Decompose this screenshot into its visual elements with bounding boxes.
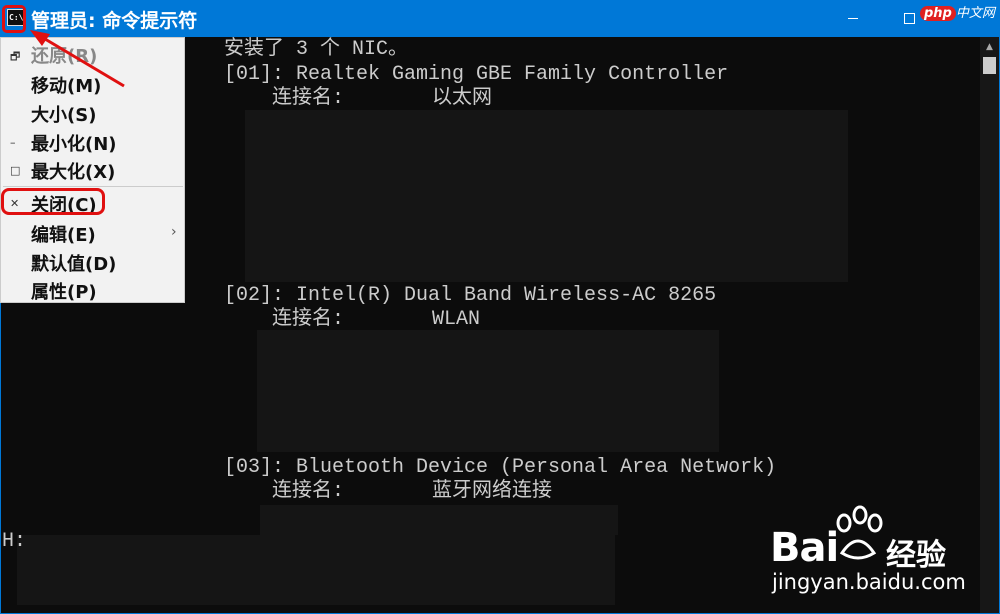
- scroll-thumb[interactable]: [983, 57, 996, 74]
- php-badge: php: [920, 6, 956, 21]
- menu-item-edit[interactable]: 编辑(E) ›: [1, 219, 184, 248]
- title-bar[interactable]: C:\ 管理员: 命令提示符 php 中文网: [0, 0, 1000, 37]
- annotation-arrow-icon: [30, 30, 125, 88]
- maximize-icon: □: [10, 164, 21, 177]
- baidu-brand-suffix: 经验: [886, 538, 946, 573]
- php-watermark-text: 中文网: [955, 6, 995, 21]
- menu-item-label: 最大化(X): [31, 162, 116, 183]
- menu-item-label: 大小(S): [31, 105, 97, 126]
- console-line-nic2: [02]: Intel(R) Dual Band Wireless-AC 826…: [224, 284, 717, 307]
- minimize-button[interactable]: [830, 0, 876, 37]
- menu-item-maximize[interactable]: □ 最大化(X): [1, 156, 184, 185]
- baidu-jingyan-watermark: Bai 经验 jingyan.baidu.com: [762, 505, 992, 605]
- console-line-nic1: [01]: Realtek Gaming GBE Family Controll…: [224, 63, 729, 86]
- console-prompt[interactable]: H:: [2, 530, 26, 554]
- console-nic2-conn-label: 连接名:: [272, 308, 345, 331]
- minimize-icon: –: [10, 136, 16, 149]
- redacted-region: [17, 535, 615, 605]
- menu-item-label: 编辑(E): [31, 225, 96, 246]
- menu-item-defaults[interactable]: 默认值(D): [1, 248, 184, 277]
- menu-item-label: 默认值(D): [31, 254, 117, 275]
- minimize-icon: [848, 17, 858, 19]
- menu-item-properties[interactable]: 属性(P): [1, 276, 184, 305]
- scroll-up-arrow-icon[interactable]: ▲: [980, 41, 999, 53]
- console-line-nic-count: 安装了 3 个 NIC。: [224, 38, 409, 61]
- menu-item-label: 最小化(N): [31, 134, 117, 155]
- console-nic1-conn-label: 连接名:: [272, 87, 345, 110]
- baidu-brand: Bai: [770, 525, 839, 571]
- redacted-region: [245, 110, 848, 282]
- console-nic2-conn-value: WLAN: [432, 308, 481, 331]
- menu-item-label: 属性(P): [31, 282, 97, 303]
- php-watermark: php 中文网: [920, 2, 995, 21]
- baidu-url: jingyan.baidu.com: [772, 570, 966, 594]
- console-nic3-conn-value: 蓝牙网络连接: [432, 480, 552, 503]
- console-nic1-conn-value: 以太网: [432, 87, 492, 110]
- maximize-icon: [903, 12, 915, 24]
- baidu-paw-icon: [836, 505, 883, 560]
- redacted-region: [257, 330, 719, 452]
- submenu-chevron-icon: ›: [171, 224, 177, 240]
- redacted-region: [260, 505, 618, 535]
- console-nic3-conn-label: 连接名:: [272, 480, 345, 503]
- console-line-nic3: [03]: Bluetooth Device (Personal Area Ne…: [224, 456, 777, 479]
- menu-separator: [3, 186, 183, 187]
- menu-item-minimize[interactable]: – 最小化(N): [1, 128, 184, 157]
- menu-item-size[interactable]: 大小(S): [1, 99, 184, 128]
- close-highlight-annotation: [1, 188, 105, 215]
